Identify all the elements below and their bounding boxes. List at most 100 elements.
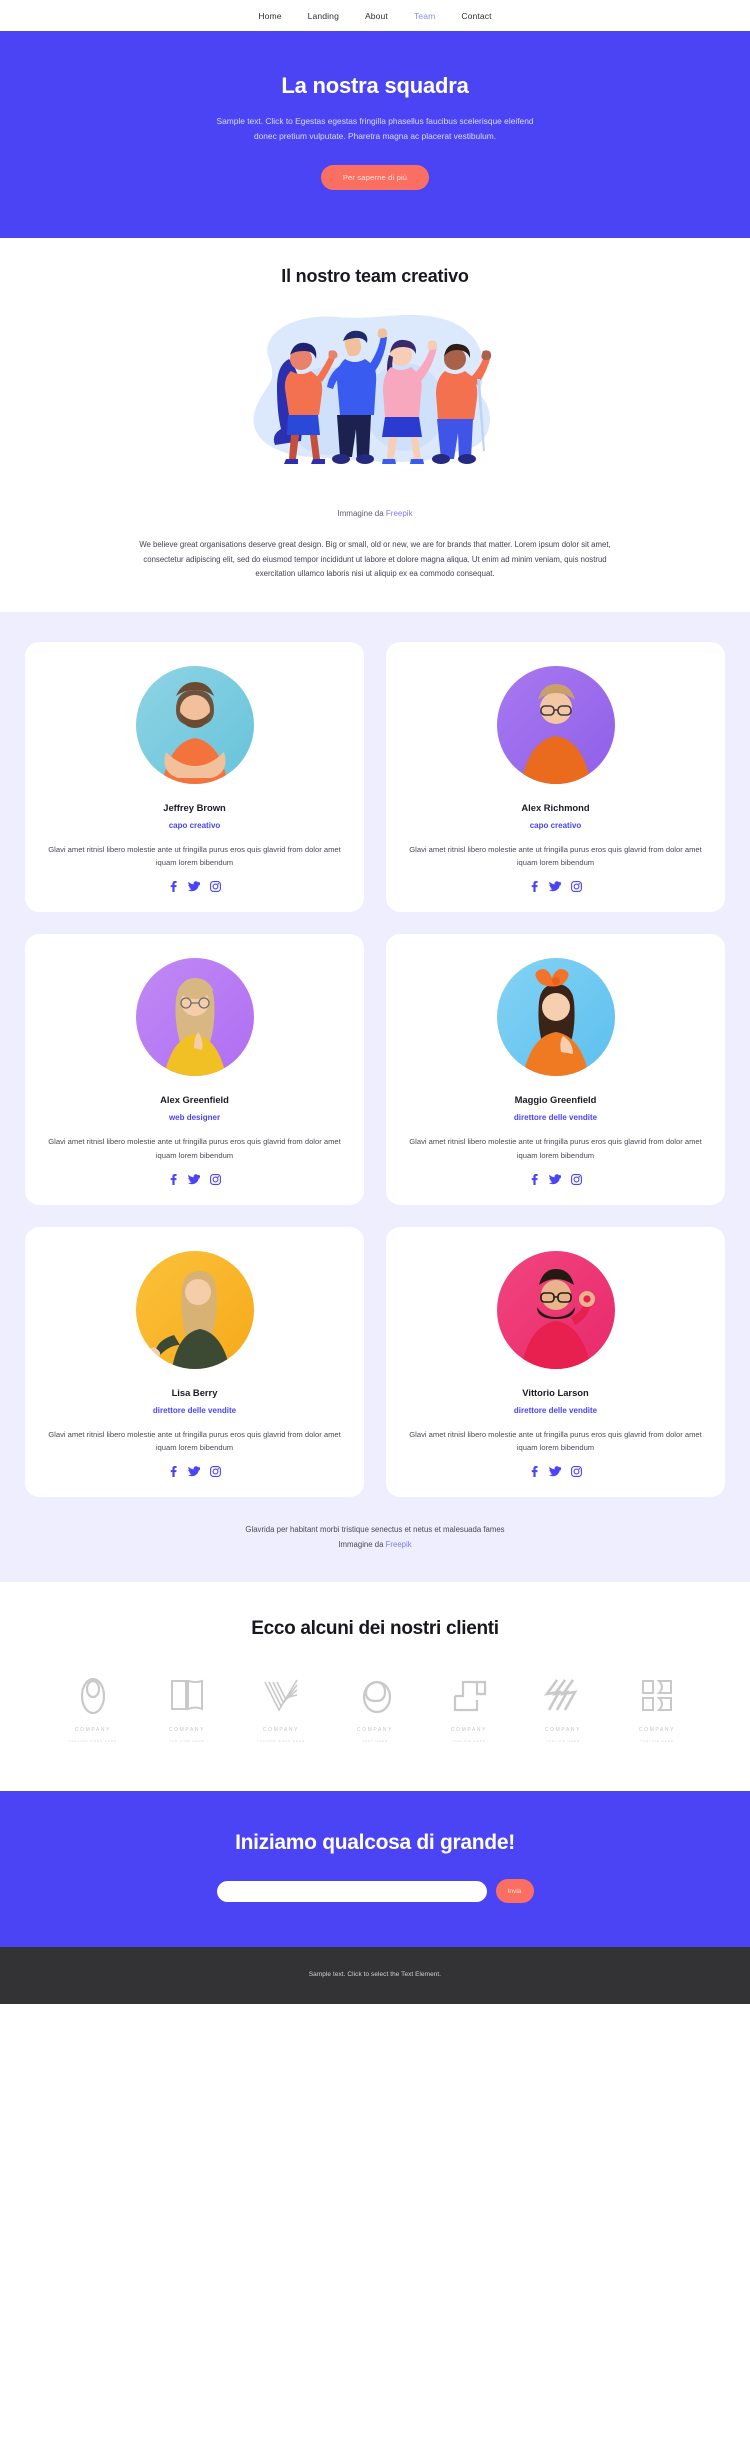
client-logo-tagline: TAGLINE GOES HERE — [68, 1739, 118, 1744]
member-bio: Glavi amet ritnisl libero molestie ante … — [409, 844, 702, 867]
client-logo: COMPANY TAGLINE GOES HERE — [51, 1676, 135, 1743]
twitter-icon[interactable] — [187, 1466, 200, 1477]
client-logo-tagline: TEXT HERE — [362, 1739, 388, 1744]
member-socials — [45, 1173, 344, 1185]
hero-section: La nostra squadra Sample text. Click to … — [0, 31, 750, 239]
image-credit-prefix: Immagine da — [337, 509, 386, 519]
facebook-icon[interactable] — [530, 1173, 539, 1185]
team-member-card: Lisa Berry direttore delle vendite Glavi… — [25, 1226, 364, 1498]
cta-title: Iniziamo qualcosa di grande! — [235, 1831, 515, 1855]
team-member-card: Jeffrey Brown capo creativo Glavi amet r… — [25, 641, 364, 913]
team-member-card: Alex Greenfield web designer Glavi amet … — [25, 934, 364, 1205]
member-socials — [45, 881, 344, 893]
client-logo-tagline: TAGLINE HERE — [546, 1739, 580, 1744]
client-logo-name: COMPANY — [168, 1727, 206, 1734]
bracket-square-logo — [449, 1676, 489, 1721]
client-logo-name: COMPANY — [450, 1727, 488, 1734]
member-name: Jeffrey Brown — [163, 801, 226, 813]
team-footer-credit: Immagine da Freepik — [25, 1538, 725, 1552]
striped-v-logo — [261, 1676, 301, 1721]
twitter-icon[interactable] — [548, 1466, 561, 1477]
facebook-icon[interactable] — [169, 1466, 178, 1478]
newsletter-form: Invia — [0, 1879, 750, 1904]
learn-more-button[interactable]: Per saperne di più — [320, 165, 430, 191]
member-bio: Glavi amet ritnisl libero molestie ante … — [409, 1429, 702, 1453]
hero-subtitle: Sample text. Click to Egestas egestas fr… — [216, 116, 534, 141]
mirrored-bracket-logo — [637, 1676, 677, 1721]
member-role: direttore delle vendite — [152, 1405, 237, 1415]
client-logo-tagline: TAGLINE HERE — [640, 1739, 674, 1744]
send-button[interactable]: Invia — [495, 1879, 534, 1904]
member-name: Vittorio Larson — [522, 1386, 589, 1398]
member-bio: Glavi amet ritnisl libero molestie ante … — [48, 1137, 341, 1160]
client-logo-tagline: TAGLINE GOES HERE — [256, 1739, 306, 1744]
image-credit: Immagine da Freepik — [0, 509, 750, 518]
nav-item-team[interactable]: Team — [414, 11, 435, 21]
main-navigation: Home Landing About Team Contact — [0, 0, 750, 31]
facebook-icon[interactable] — [530, 881, 539, 893]
nav-item-landing[interactable]: Landing — [308, 11, 339, 21]
member-role: web designer — [168, 1113, 221, 1123]
client-logo: COMPANY TAGLINE HERE — [521, 1676, 605, 1743]
slash-lines-logo — [543, 1676, 583, 1721]
page-footer: Sample text. Click to select the Text El… — [0, 1947, 750, 2005]
nav-item-contact[interactable]: Contact — [461, 11, 491, 21]
avatar — [135, 958, 254, 1077]
facebook-icon[interactable] — [530, 1466, 539, 1478]
twitter-icon[interactable] — [187, 1174, 200, 1185]
team-illustration-svg — [253, 315, 492, 465]
member-bio: Glavi amet ritnisl libero molestie ante … — [409, 1137, 702, 1160]
client-logo: COMPANY TAG LINE HERE — [145, 1676, 229, 1743]
facebook-icon[interactable] — [169, 1173, 178, 1185]
avatar — [496, 1250, 615, 1369]
team-grid: Jeffrey Brown capo creativo Glavi amet r… — [25, 641, 725, 1498]
nav-item-about[interactable]: About — [365, 11, 388, 21]
client-logo-name: COMPANY — [262, 1727, 300, 1734]
twitter-icon[interactable] — [548, 881, 561, 892]
member-role: capo creativo — [168, 820, 221, 830]
client-logo: COMPANY TEXT HERE — [333, 1676, 417, 1743]
team-footer-line: Glavrida per habitant morbi tristique se… — [245, 1525, 505, 1535]
member-role: capo creativo — [529, 820, 582, 830]
circle-leaf-logo — [355, 1676, 395, 1721]
creative-body-copy: We believe great organisations deserve g… — [139, 540, 611, 579]
facebook-icon[interactable] — [169, 881, 178, 893]
team-member-card: Vittorio Larson direttore delle vendite … — [386, 1226, 725, 1498]
instagram-icon[interactable] — [209, 1466, 221, 1478]
team-footer-note: Glavrida per habitant morbi tristique se… — [25, 1497, 725, 1582]
member-name: Alex Greenfield — [160, 1094, 229, 1106]
team-illustration — [229, 307, 521, 497]
twitter-icon[interactable] — [548, 1174, 561, 1185]
instagram-icon[interactable] — [209, 881, 221, 893]
instagram-icon[interactable] — [570, 1466, 582, 1478]
instagram-icon[interactable] — [570, 881, 582, 893]
team-footer-credit-prefix: Immagine da — [338, 1539, 386, 1549]
creative-team-title: Il nostro team creativo — [281, 266, 469, 287]
twitter-icon[interactable] — [187, 881, 200, 892]
team-freepik-link[interactable]: Freepik — [386, 1540, 412, 1549]
client-logo-name: COMPANY — [638, 1727, 676, 1734]
creative-team-section: Il nostro team creativo Immagine da Free… — [0, 238, 750, 612]
avatar — [135, 1250, 254, 1369]
nav-item-home[interactable]: Home — [258, 11, 281, 21]
member-socials — [45, 1466, 344, 1478]
email-input[interactable] — [216, 1880, 487, 1902]
member-socials — [406, 1173, 705, 1185]
instagram-icon[interactable] — [209, 1173, 221, 1185]
member-role: direttore delle vendite — [513, 1113, 598, 1123]
member-bio: Glavi amet ritnisl libero molestie ante … — [48, 844, 341, 867]
member-bio: Glavi amet ritnisl libero molestie ante … — [48, 1429, 341, 1453]
oval-loop-logo — [73, 1676, 113, 1721]
newsletter-cta-section: Iniziamo qualcosa di grande! Invia — [0, 1791, 750, 1948]
client-logo: COMPANY TAGLINE HERE — [615, 1676, 699, 1743]
member-name: Alex Richmond — [521, 801, 590, 813]
footer-text: Sample text. Click to select the Text El… — [308, 1971, 442, 1979]
member-name: Maggio Greenfield — [514, 1094, 597, 1106]
instagram-icon[interactable] — [570, 1173, 582, 1185]
clients-section: Ecco alcuni dei nostri clienti COMPANY T… — [0, 1582, 750, 1792]
member-socials — [406, 881, 705, 893]
team-member-card: Alex Richmond capo creativo Glavi amet r… — [386, 641, 725, 913]
avatar — [496, 665, 615, 784]
freepik-link[interactable]: Freepik — [386, 509, 413, 518]
client-logo-name: COMPANY — [544, 1727, 582, 1734]
